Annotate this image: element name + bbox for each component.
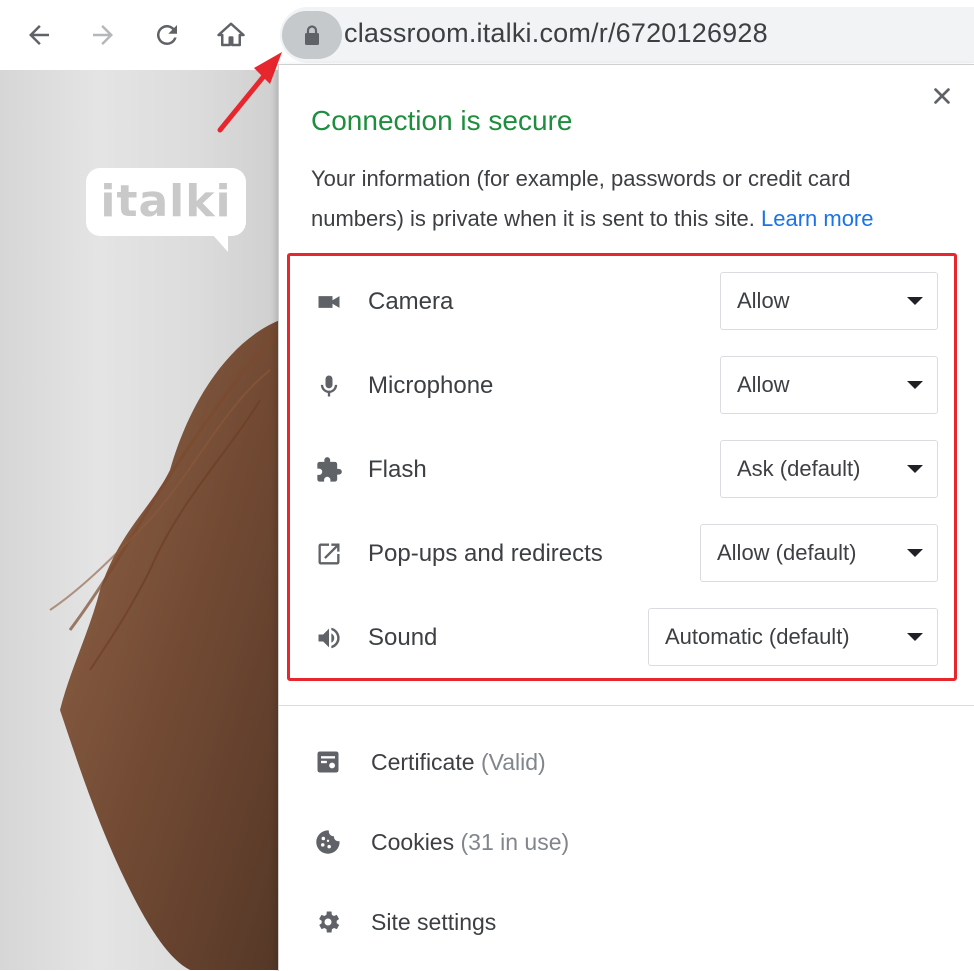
permission-label: Pop-ups and redirects xyxy=(368,540,603,567)
forward-button[interactable] xyxy=(82,14,124,56)
select-value: Allow xyxy=(737,288,790,313)
certificate-label: Certificate xyxy=(371,749,475,775)
info-label: Cookies (31 in use) xyxy=(371,829,569,856)
certificate-item[interactable]: Certificate (Valid) xyxy=(279,733,974,793)
camera-select[interactable]: Allow xyxy=(720,272,938,330)
external-link-icon xyxy=(314,540,344,568)
arrow-left-icon xyxy=(29,25,49,45)
permission-label: Sound xyxy=(368,624,438,651)
chevron-down-icon xyxy=(907,549,923,557)
camera-icon xyxy=(314,288,344,316)
permission-row-flash: Flash Ask (default) xyxy=(290,438,954,502)
cookies-item[interactable]: Cookies (31 in use) xyxy=(279,813,974,873)
chevron-down-icon xyxy=(907,633,923,641)
cookie-icon xyxy=(313,827,343,857)
info-label: Certificate (Valid) xyxy=(371,749,546,776)
permission-row-popups: Pop-ups and redirects Allow (default) xyxy=(290,522,954,586)
page-background: italki xyxy=(0,70,280,970)
gear-icon xyxy=(313,907,343,937)
site-settings-label: Site settings xyxy=(371,909,497,935)
permission-row-camera: Camera Allow xyxy=(290,270,954,334)
url-text[interactable]: classroom.italki.com/r/6720126928 xyxy=(344,18,768,49)
select-value: Allow xyxy=(737,372,790,397)
learn-more-link[interactable]: Learn more xyxy=(761,206,874,231)
site-info-popup: Connection is secure Your information (f… xyxy=(278,64,974,971)
connection-status-title: Connection is secure xyxy=(311,105,573,136)
permission-row-microphone: Microphone Allow xyxy=(290,354,954,418)
permission-label: Microphone xyxy=(368,372,494,399)
puzzle-icon xyxy=(314,456,344,484)
certificate-icon xyxy=(313,747,343,777)
reload-button[interactable] xyxy=(146,14,188,56)
logo-text: italki xyxy=(100,176,232,227)
popups-select[interactable]: Allow (default) xyxy=(700,524,938,582)
certificate-status: (Valid) xyxy=(480,749,546,775)
select-value: Ask (default) xyxy=(737,456,861,481)
site-settings-item[interactable]: Site settings xyxy=(279,893,974,953)
select-value: Allow (default) xyxy=(717,540,857,565)
cookies-label: Cookies xyxy=(371,829,455,855)
flash-select[interactable]: Ask (default) xyxy=(720,440,938,498)
close-button[interactable] xyxy=(927,81,957,111)
microphone-icon xyxy=(314,372,344,400)
permission-label: Flash xyxy=(368,456,427,483)
microphone-select[interactable]: Allow xyxy=(720,356,938,414)
browser-toolbar: classroom.italki.com/r/6720126928 xyxy=(0,0,974,70)
speaker-icon xyxy=(314,624,344,652)
reload-icon xyxy=(156,24,177,45)
divider xyxy=(279,705,974,706)
permission-label: Camera xyxy=(368,288,454,315)
italki-logo: italki xyxy=(86,168,246,252)
back-button[interactable] xyxy=(18,14,60,56)
permission-row-sound: Sound Automatic (default) xyxy=(290,606,954,670)
sound-select[interactable]: Automatic (default) xyxy=(648,608,938,666)
lock-icon xyxy=(305,25,319,45)
select-value: Automatic (default) xyxy=(665,624,850,649)
permissions-highlight: Camera Allow Microphone Allow Flash Ask … xyxy=(287,253,957,681)
connection-description: Your information (for example, passwords… xyxy=(311,159,941,239)
arrow-right-icon xyxy=(93,25,113,45)
chevron-down-icon xyxy=(907,465,923,473)
close-icon xyxy=(934,88,950,104)
chevron-down-icon xyxy=(907,381,923,389)
cookies-count: (31 in use) xyxy=(460,829,570,855)
chevron-down-icon xyxy=(907,297,923,305)
